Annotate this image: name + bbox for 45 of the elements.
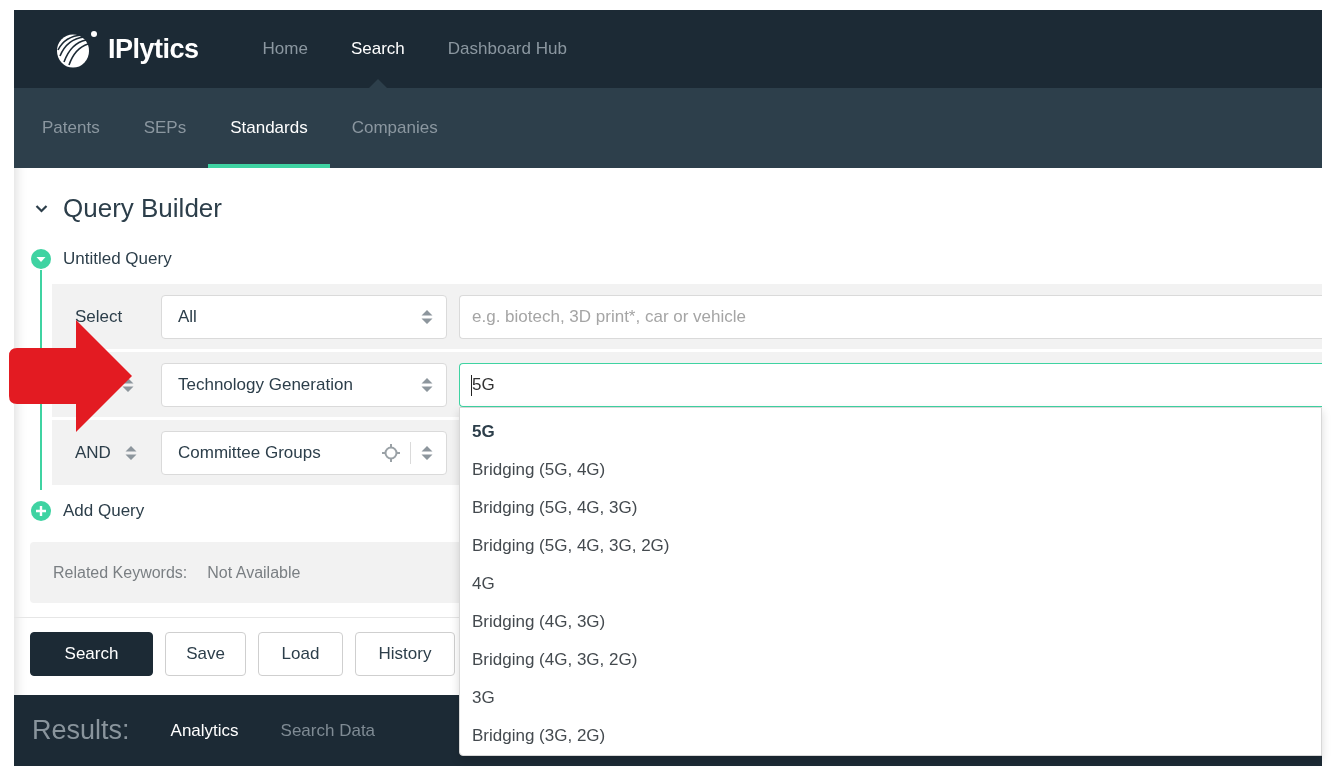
add-query-link[interactable]: Add Query xyxy=(63,498,145,524)
suggestion-option[interactable]: 5G xyxy=(460,413,1321,451)
sort-icon[interactable] xyxy=(421,444,433,461)
logo-text: IPlytics xyxy=(108,32,199,66)
action-button[interactable]: History xyxy=(355,632,455,676)
query-name: Untitled Query xyxy=(63,248,172,271)
sub-nav-tab[interactable]: Patents xyxy=(20,88,122,168)
suggestion-option[interactable]: 4G xyxy=(460,565,1321,603)
nav-link[interactable]: Search xyxy=(350,36,405,62)
suggestion-option[interactable]: 3G xyxy=(460,679,1321,717)
crosshair-icon[interactable] xyxy=(382,443,400,462)
suggestion-option[interactable]: Bridging (4G, 3G) xyxy=(460,603,1321,641)
sort-icon[interactable] xyxy=(124,444,137,461)
results-title: Results: xyxy=(32,714,130,748)
related-keywords-value: Not Available xyxy=(207,562,301,583)
keyword-input[interactable]: e.g. biotech, 3D print*, car or vehicle xyxy=(459,294,1322,339)
suggestion-option[interactable]: Bridging (5G, 4G, 3G) xyxy=(460,489,1321,527)
operator-select[interactable]: AND xyxy=(75,439,137,466)
sort-icon[interactable] xyxy=(421,376,433,393)
field-select[interactable]: Technology Generation xyxy=(161,362,447,407)
suggestion-option[interactable]: Bridging (5G, 4G) xyxy=(460,451,1321,489)
related-keywords-label: Related Keywords: xyxy=(53,562,188,583)
add-circle-icon[interactable] xyxy=(31,501,51,521)
action-button[interactable]: Load xyxy=(258,632,343,676)
logo-icon xyxy=(54,30,98,68)
collapse-circle-icon[interactable] xyxy=(31,249,51,269)
suggestion-option[interactable]: Bridging (3G, 2G) xyxy=(460,717,1321,755)
text-cursor xyxy=(471,374,472,396)
suggestion-option[interactable]: Bridging (5G, 4G, 3G, 2G) xyxy=(460,527,1321,565)
suggestion-option[interactable]: Bridging (4G, 3G, 2G) xyxy=(460,641,1321,679)
field-select[interactable]: Committee Groups xyxy=(161,430,447,475)
sort-icon[interactable] xyxy=(421,308,433,325)
row-label: Select xyxy=(75,305,123,328)
results-tab[interactable]: Analytics xyxy=(170,717,239,744)
sub-nav-tab[interactable]: Companies xyxy=(329,88,460,168)
section-title: Query Builder xyxy=(63,191,222,225)
keyword-input[interactable]: 5G xyxy=(459,362,1322,407)
action-button[interactable]: Save xyxy=(165,632,246,676)
results-tab[interactable]: Search Data xyxy=(280,717,376,744)
nav-link[interactable]: Dashboard Hub xyxy=(447,36,567,62)
field-select[interactable]: All xyxy=(161,294,447,339)
nav-link[interactable]: Home xyxy=(262,36,308,62)
action-button[interactable]: Search xyxy=(30,632,153,676)
sort-icon[interactable] xyxy=(122,376,134,393)
sub-nav-tab[interactable]: SEPs xyxy=(121,88,209,168)
